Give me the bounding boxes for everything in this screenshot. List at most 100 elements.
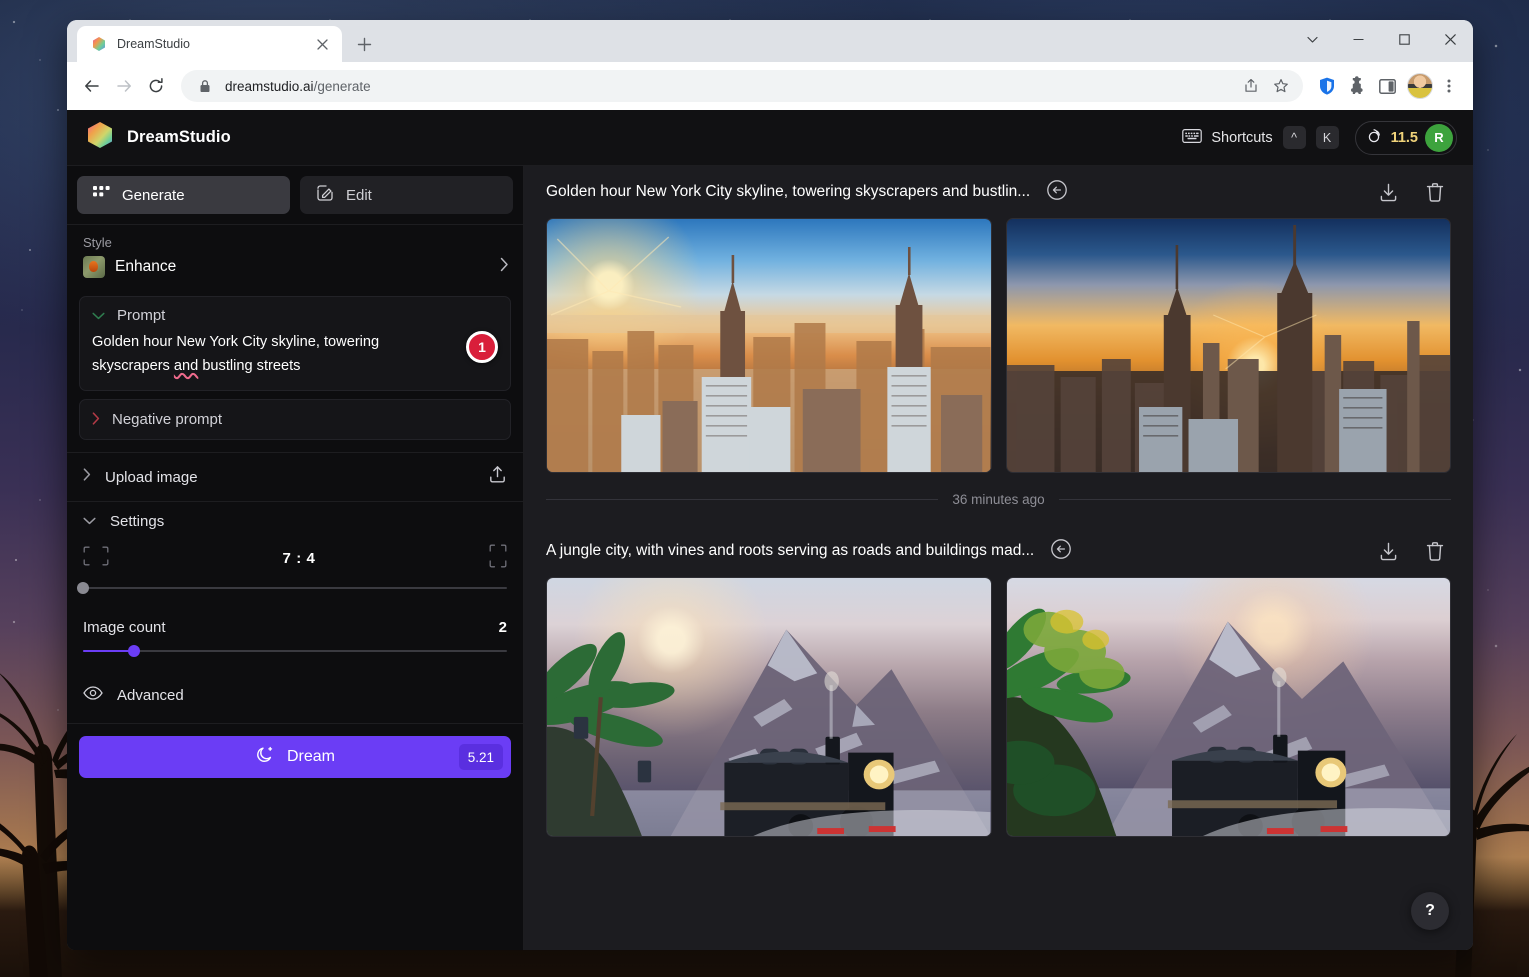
app-body: Generate Edit (67, 166, 1473, 950)
dream-label: Dream (287, 748, 335, 766)
dreamstudio-logo-icon (85, 120, 115, 155)
timestamp-label: 36 minutes ago (952, 492, 1044, 507)
profile-avatar[interactable] (1407, 73, 1433, 99)
settings-header[interactable]: Settings (83, 512, 507, 530)
chevron-right-icon[interactable] (500, 257, 509, 277)
prompt-input[interactable]: Golden hour New York City skyline, tower… (92, 331, 498, 378)
prompt-label: Prompt (117, 307, 165, 324)
shortcuts-label: Shortcuts (1211, 130, 1272, 146)
advanced-toggle[interactable]: Advanced (83, 686, 507, 705)
result-actions (1378, 182, 1451, 203)
negative-prompt-label: Negative prompt (112, 411, 222, 428)
tab-edit[interactable]: Edit (300, 176, 513, 214)
keyboard-icon (1182, 128, 1202, 148)
style-section: Style Enhance (67, 224, 523, 290)
result-image-grid (546, 577, 1451, 837)
tab-search-chevron-icon[interactable] (1289, 20, 1335, 58)
shortcut-key-k[interactable]: K (1316, 126, 1339, 149)
result-image-grid (546, 218, 1451, 473)
browser-toolbar: dreamstudio.ai/generate (67, 62, 1473, 110)
slider-thumb[interactable] (77, 582, 89, 594)
landscape-frame-icon[interactable] (83, 546, 109, 571)
new-tab-button[interactable] (350, 30, 378, 58)
shield-extension-icon[interactable] (1313, 72, 1341, 100)
grid-icon (93, 186, 110, 205)
maximize-window-button[interactable] (1381, 20, 1427, 58)
prompt-text-after: bustling streets (198, 358, 300, 374)
image-count-slider[interactable] (83, 642, 507, 660)
reuse-prompt-icon[interactable] (1046, 179, 1068, 206)
portrait-frame-icon[interactable] (489, 544, 507, 573)
credits-balance[interactable]: 11.5 R (1355, 121, 1457, 155)
image-count-value: 2 (499, 619, 507, 636)
trash-icon[interactable] (1425, 182, 1445, 203)
back-button[interactable] (77, 71, 107, 101)
image-count-label: Image count (83, 619, 499, 636)
trash-icon[interactable] (1425, 541, 1445, 562)
settings-label: Settings (110, 513, 164, 530)
upload-icon[interactable] (488, 465, 507, 489)
browser-tab-title: DreamStudio (117, 37, 302, 51)
result-title: Golden hour New York City skyline, tower… (546, 183, 1030, 201)
credits-amount: 11.5 (1391, 130, 1418, 146)
reuse-prompt-icon[interactable] (1050, 538, 1072, 565)
three-dot-menu-icon[interactable] (1435, 72, 1463, 100)
chevron-right-icon[interactable] (83, 468, 91, 486)
style-thumbnail (83, 256, 105, 278)
slider-thumb[interactable] (128, 645, 140, 657)
address-bar[interactable]: dreamstudio.ai/generate (181, 70, 1303, 102)
forward-button[interactable] (109, 71, 139, 101)
reload-button[interactable] (141, 71, 171, 101)
generated-image[interactable] (546, 577, 992, 837)
prompt-card[interactable]: Prompt Golden hour New York City skyline… (79, 296, 511, 391)
dream-button[interactable]: Dream 5.21 (79, 736, 511, 778)
download-icon[interactable] (1378, 182, 1399, 203)
header-actions: Shortcuts ^ K 11.5 R (1182, 121, 1457, 155)
upload-image-label: Upload image (105, 469, 198, 486)
help-button[interactable]: ? (1411, 892, 1449, 930)
moon-icon (255, 745, 275, 770)
upload-image-section[interactable]: Upload image (67, 452, 523, 501)
dream-section: Dream 5.21 (67, 723, 523, 790)
browser-tab[interactable]: DreamStudio (77, 26, 342, 62)
download-icon[interactable] (1378, 541, 1399, 562)
tab-generate[interactable]: Generate (77, 176, 290, 214)
style-selector[interactable]: Enhance (83, 256, 509, 278)
generated-image[interactable] (1006, 577, 1452, 837)
generated-image[interactable] (1006, 218, 1452, 473)
chevron-down-icon[interactable] (92, 308, 105, 323)
minimize-window-button[interactable] (1335, 20, 1381, 58)
address-bar-url: dreamstudio.ai/generate (225, 79, 1231, 94)
coins-icon (1367, 127, 1384, 149)
window-controls (1289, 20, 1473, 58)
browser-tab-strip: DreamStudio (67, 20, 1473, 62)
close-tab-icon[interactable] (312, 34, 332, 54)
star-icon[interactable] (1271, 76, 1291, 96)
negative-prompt-card[interactable]: Negative prompt (79, 399, 511, 440)
style-value: Enhance (115, 258, 490, 276)
aspect-ratio-slider[interactable] (83, 579, 507, 597)
sidebar: Generate Edit (67, 166, 524, 950)
aspect-ratio-value: 7 : 4 (109, 550, 489, 567)
puzzle-extensions-icon[interactable] (1343, 72, 1371, 100)
share-icon[interactable] (1241, 76, 1261, 96)
style-label: Style (83, 235, 509, 250)
side-panel-icon[interactable] (1373, 72, 1401, 100)
eye-icon (83, 686, 103, 705)
aspect-ratio-row: 7 : 4 (83, 544, 507, 573)
slider-track (83, 587, 507, 589)
chevron-right-icon[interactable] (92, 412, 100, 428)
brand[interactable]: DreamStudio (85, 120, 231, 155)
shortcut-key-ctrl[interactable]: ^ (1283, 126, 1306, 149)
prompt-header[interactable]: Prompt (92, 307, 498, 324)
user-avatar[interactable]: R (1425, 124, 1453, 152)
dreamstudio-logo-icon (91, 36, 107, 52)
nyc-sunset-skyline-2 (1007, 219, 1451, 472)
result-title: A jungle city, with vines and roots serv… (546, 542, 1034, 560)
close-window-button[interactable] (1427, 20, 1473, 58)
generated-image[interactable] (546, 218, 992, 473)
browser-window: DreamStudio (67, 20, 1473, 950)
nyc-sunrise-skyline-1 (547, 219, 991, 472)
shortcuts-button[interactable]: Shortcuts (1182, 128, 1272, 148)
chevron-down-icon[interactable] (83, 512, 96, 530)
